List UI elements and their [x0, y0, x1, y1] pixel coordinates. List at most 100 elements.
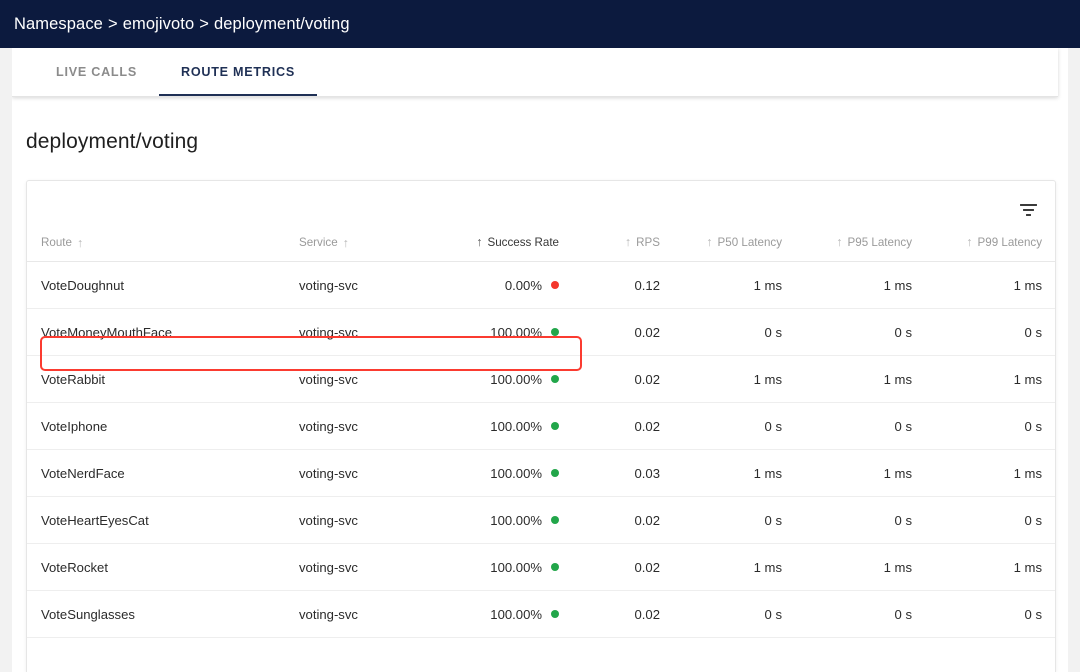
p50-value: 1 ms: [754, 372, 782, 387]
filter-bar-top: [1020, 204, 1037, 207]
tab-live-calls[interactable]: LIVE CALLS: [34, 48, 159, 96]
column-header-p99-latency-label: P99 Latency: [978, 236, 1042, 249]
cell-success-rate: 100.00%: [447, 544, 577, 591]
column-header-p99-latency[interactable]: ↑ P99 Latency: [930, 236, 1056, 262]
cell-rps: 0.02: [577, 403, 672, 450]
rps-value: 0.02: [635, 419, 660, 434]
table-body: VoteDoughnutvoting-svc0.00%0.121 ms1 ms1…: [27, 262, 1056, 638]
service-name: voting-svc: [299, 278, 358, 293]
filter-bar-bottom: [1026, 214, 1031, 217]
cell-route[interactable]: VoteSunglasses: [27, 591, 299, 638]
rps-value: 0.02: [635, 325, 660, 340]
cell-p99-latency: 0 s: [930, 403, 1056, 450]
route-name: VoteNerdFace: [41, 466, 125, 481]
tab-route-metrics[interactable]: ROUTE METRICS: [159, 48, 317, 96]
p50-value: 1 ms: [754, 278, 782, 293]
cell-p50-latency: 0 s: [672, 309, 800, 356]
route-name: VoteHeartEyesCat: [41, 513, 149, 528]
cell-p95-latency: 0 s: [800, 591, 930, 638]
p50-value: 0 s: [765, 513, 782, 528]
rps-value: 0.03: [635, 466, 660, 481]
table-row[interactable]: VoteSunglassesvoting-svc100.00%0.020 s0 …: [27, 591, 1056, 638]
status-dot-icon: [551, 281, 559, 289]
arrow-up-icon: ↑: [77, 237, 83, 250]
table-row[interactable]: VoteRocketvoting-svc100.00%0.021 ms1 ms1…: [27, 544, 1056, 591]
breadcrumb-item-namespace[interactable]: Namespace: [14, 15, 103, 33]
column-header-rps[interactable]: ↑ RPS: [577, 236, 672, 262]
breadcrumb-separator: >: [103, 15, 123, 33]
cell-p95-latency: 1 ms: [800, 450, 930, 497]
cell-service: voting-svc: [299, 309, 447, 356]
rps-value: 0.02: [635, 513, 660, 528]
column-header-service[interactable]: Service ↑: [299, 236, 447, 262]
column-header-p95-latency[interactable]: ↑ P95 Latency: [800, 236, 930, 262]
service-name: voting-svc: [299, 419, 358, 434]
cell-success-rate: 100.00%: [447, 309, 577, 356]
column-header-p50-latency[interactable]: ↑ P50 Latency: [672, 236, 800, 262]
status-dot-icon: [551, 328, 559, 336]
cell-service: voting-svc: [299, 591, 447, 638]
cell-success-rate: 100.00%: [447, 450, 577, 497]
table-row[interactable]: VoteDoughnutvoting-svc0.00%0.121 ms1 ms1…: [27, 262, 1056, 309]
breadcrumb-item-emojivoto[interactable]: emojivoto: [123, 15, 195, 33]
column-header-p50-latency-label: P50 Latency: [718, 236, 782, 249]
cell-rps: 0.12: [577, 262, 672, 309]
p50-value: 0 s: [765, 607, 782, 622]
cell-p95-latency: 0 s: [800, 309, 930, 356]
p50-value: 0 s: [765, 325, 782, 340]
breadcrumb-item-current: deployment/voting: [214, 15, 350, 33]
breadcrumb-separator: >: [194, 15, 214, 33]
status-dot-icon: [551, 610, 559, 618]
cell-route[interactable]: VoteMoneyMouthFace: [27, 309, 299, 356]
p95-value: 0 s: [895, 325, 912, 340]
column-header-route[interactable]: Route ↑: [27, 236, 299, 262]
arrow-up-icon: ↑: [966, 236, 972, 249]
p95-value: 0 s: [895, 513, 912, 528]
success-rate-value: 100.00%: [490, 560, 542, 575]
cell-route[interactable]: VoteRocket: [27, 544, 299, 591]
service-name: voting-svc: [299, 513, 358, 528]
arrow-up-icon: ↑: [625, 236, 631, 249]
cell-route[interactable]: VoteDoughnut: [27, 262, 299, 309]
status-dot-icon: [551, 422, 559, 430]
table-row[interactable]: VoteNerdFace voting-svc 100.00% 0.03 1 ms 1 m…: [27, 450, 1056, 497]
route-name: VoteRocket: [41, 560, 108, 575]
cell-p95-latency: 1 ms: [800, 356, 930, 403]
p50-value: 1 ms: [754, 466, 782, 481]
column-header-success-rate-label: Success Rate: [487, 236, 559, 249]
cell-route[interactable]: VoteHeartEyesCat: [27, 497, 299, 544]
cell-success-rate: 100.00%: [447, 403, 577, 450]
cell-p99-latency: 1 ms: [930, 356, 1056, 403]
cell-p50-latency: 1 ms: [672, 262, 800, 309]
route-name: VoteMoneyMouthFace: [41, 325, 172, 340]
p99-value: 1 ms: [1014, 466, 1042, 481]
cell-route[interactable]: VoteNerdFace: [27, 450, 299, 497]
cell-p99-latency: 0 s: [930, 591, 1056, 638]
table-row[interactable]: VoteHeartEyesCatvoting-svc100.00%0.020 s…: [27, 497, 1056, 544]
cell-route[interactable]: VoteRabbit: [27, 356, 299, 403]
cell-rps: 0.02: [577, 356, 672, 403]
success-rate-value: 100.00%: [490, 607, 542, 622]
column-header-success-rate[interactable]: ↑ Success Rate: [447, 236, 577, 262]
filter-list-icon[interactable]: [1013, 195, 1043, 225]
breadcrumb: Namespace>emojivoto>deployment/voting: [0, 15, 350, 34]
cell-service: voting-svc: [299, 544, 447, 591]
success-rate-value: 100.00%: [490, 372, 542, 387]
cell-p50-latency: 1 ms: [672, 356, 800, 403]
cell-service: voting-svc: [299, 450, 447, 497]
cell-p99-latency: 1 ms: [930, 450, 1056, 497]
table-row[interactable]: VoteIphonevoting-svc100.00%0.020 s0 s0 s: [27, 403, 1056, 450]
cell-p99-latency: 1 ms: [930, 544, 1056, 591]
service-name: voting-svc: [299, 466, 358, 481]
tab-bar: LIVE CALLS ROUTE METRICS: [12, 48, 1058, 97]
p95-value: 1 ms: [884, 466, 912, 481]
table-row[interactable]: VoteRabbitvoting-svc100.00%0.021 ms1 ms1…: [27, 356, 1056, 403]
success-rate-value: 100.00%: [490, 325, 542, 340]
route-name: VoteDoughnut: [41, 278, 124, 293]
service-name: voting-svc: [299, 325, 358, 340]
cell-route[interactable]: VoteIphone: [27, 403, 299, 450]
table-row[interactable]: VoteMoneyMouthFace voting-svc 100.00% 0.02 0…: [27, 309, 1056, 356]
tab-route-metrics-label: ROUTE METRICS: [181, 65, 295, 79]
success-rate-value: 0.00%: [505, 278, 542, 293]
success-rate-value: 100.00%: [490, 419, 542, 434]
